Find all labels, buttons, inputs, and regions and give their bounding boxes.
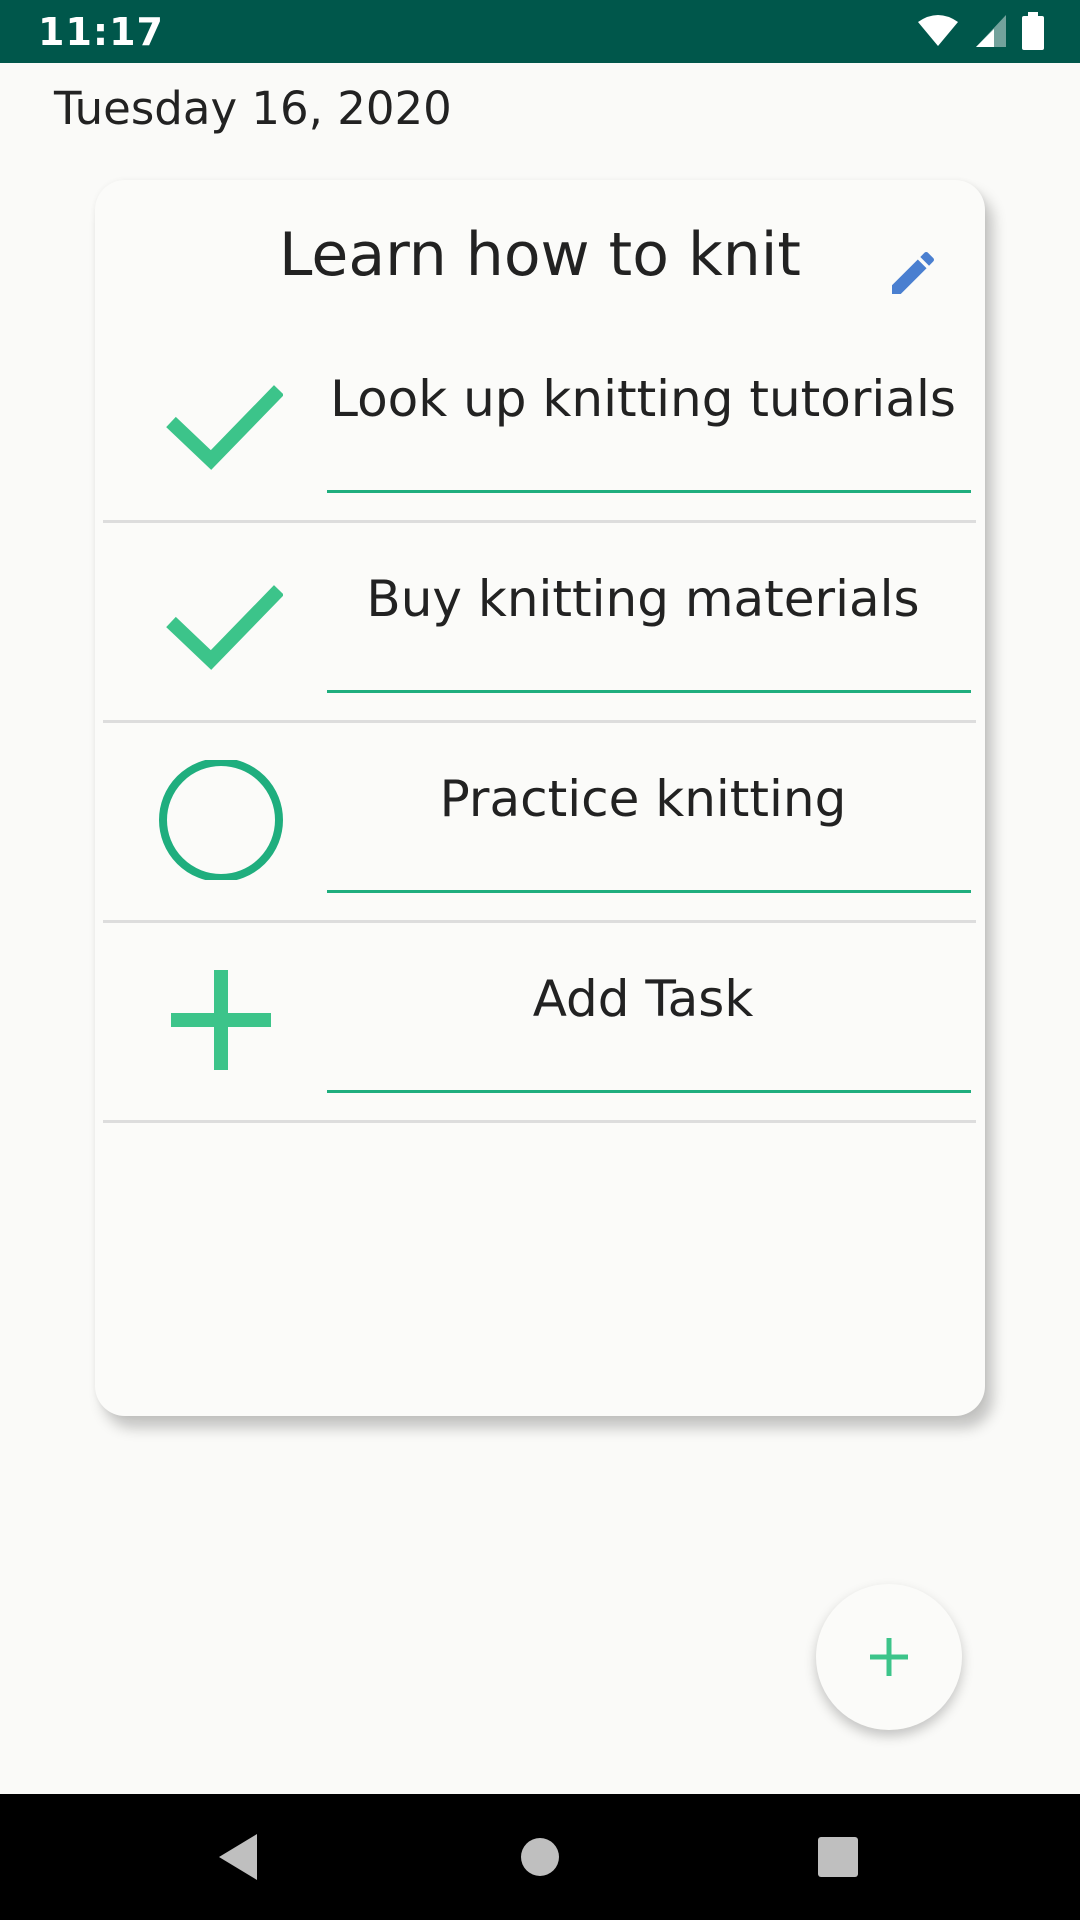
- wifi-icon: [918, 15, 958, 46]
- circle-icon[interactable]: [143, 760, 283, 880]
- home-icon[interactable]: [505, 1822, 575, 1892]
- task-row[interactable]: Practice knitting: [103, 720, 976, 923]
- add-task-row[interactable]: Add Task: [103, 920, 976, 1123]
- task-underline: [327, 890, 971, 893]
- back-icon[interactable]: [205, 1822, 275, 1892]
- status-icons: [916, 12, 1044, 50]
- plus-icon: [870, 1638, 908, 1676]
- task-row[interactable]: Buy knitting materials: [103, 520, 976, 723]
- add-task-label[interactable]: Add Task: [323, 970, 963, 1028]
- status-time: 11:17: [38, 10, 164, 54]
- status-bar: 11:17: [0, 0, 1080, 63]
- signal-icon: [976, 15, 1006, 47]
- task-underline: [327, 490, 971, 493]
- add-list-button[interactable]: [816, 1584, 962, 1730]
- list-title: Learn how to knit: [279, 220, 801, 290]
- checkmark-icon[interactable]: [143, 560, 283, 680]
- plus-icon[interactable]: [143, 960, 283, 1080]
- task-row[interactable]: Look up knitting tutorials: [103, 320, 976, 523]
- pencil-icon[interactable]: [885, 245, 941, 301]
- battery-icon: [1022, 12, 1044, 50]
- task-underline: [327, 1090, 971, 1093]
- task-list-card: Learn how to knit Look up knitting tutor…: [95, 180, 985, 1416]
- task-underline: [327, 690, 971, 693]
- task-label[interactable]: Buy knitting materials: [323, 570, 963, 628]
- navigation-bar: [0, 1794, 1080, 1920]
- task-label[interactable]: Practice knitting: [323, 770, 963, 828]
- date-label: Tuesday 16, 2020: [54, 82, 452, 135]
- task-label[interactable]: Look up knitting tutorials: [323, 370, 963, 428]
- recents-icon[interactable]: [803, 1822, 873, 1892]
- checkmark-icon[interactable]: [143, 360, 283, 480]
